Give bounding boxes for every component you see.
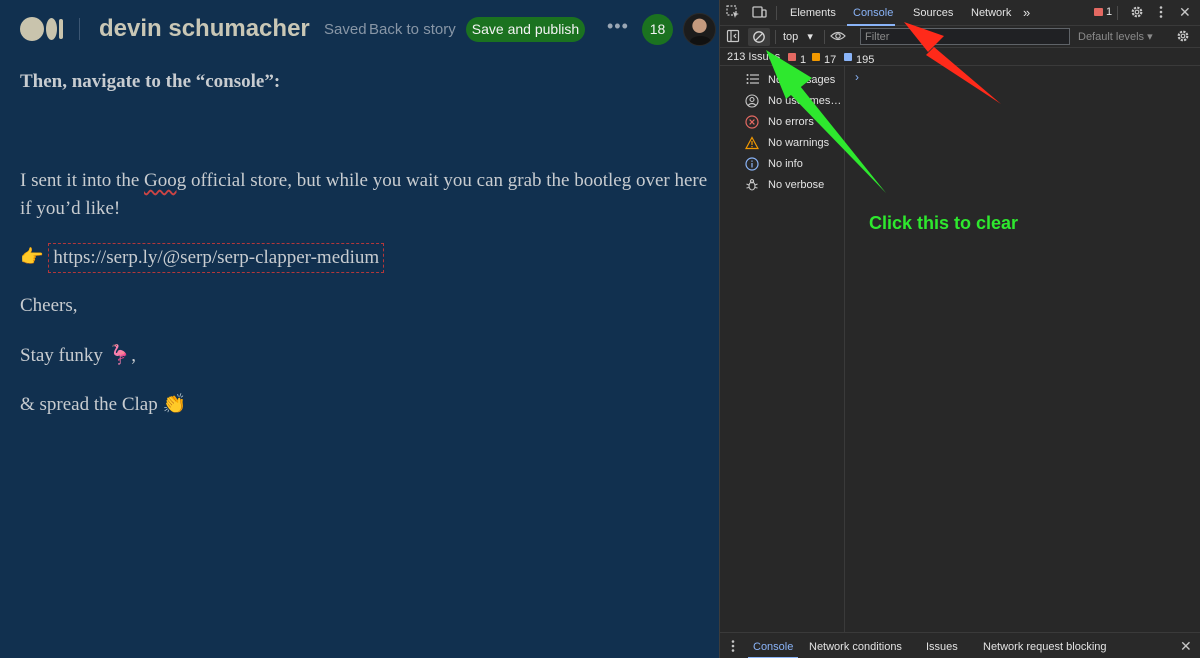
story-link[interactable]: https://serp.ly/@serp/serp-clapper-mediu… [48, 243, 385, 273]
console-toolbar: top ▾ Default levels ▾ [720, 26, 1200, 48]
error-icon [745, 115, 759, 129]
story-paragraph-link[interactable]: 👉 https://serp.ly/@serp/serp-clapper-med… [20, 243, 385, 273]
back-to-story-link[interactable]: Back to story [369, 21, 456, 38]
sidebar-item-label: No verbose [768, 179, 825, 191]
warning-icon [744, 136, 760, 150]
error-icon [788, 53, 796, 61]
sidebar-item-user-messages[interactable]: No user messages [720, 91, 845, 112]
story-text: I sent it into the [20, 170, 145, 191]
issues-bar[interactable]: 213 Issues 1 17 195 [720, 48, 1200, 66]
devtools-tabbar: Elements Console Sources Network » 1 ✕ [720, 0, 1200, 26]
eye-icon[interactable] [830, 29, 846, 46]
gear-icon[interactable] [1130, 5, 1144, 22]
sidebar-item-errors[interactable]: No errors [720, 112, 845, 133]
tab-sources[interactable]: Sources [913, 7, 953, 19]
issues-info-count: 195 [856, 54, 875, 66]
header-divider [79, 18, 80, 40]
notifications-badge[interactable]: 18 [642, 14, 673, 45]
close-icon[interactable]: ✕ [1180, 638, 1192, 655]
medium-logo[interactable] [20, 17, 64, 41]
story-paragraph-clap[interactable]: & spread the Clap 👏 [20, 391, 186, 419]
list-icon [745, 73, 759, 87]
story-paragraph-cheers[interactable]: Cheers, [20, 292, 78, 320]
issues-total: 213 Issues [727, 51, 781, 63]
chevron-down-icon: ▾ [807, 31, 813, 43]
warning-icon [812, 53, 820, 61]
sidebar-item-label: No user messages [768, 95, 844, 107]
more-options-button[interactable]: ••• [607, 16, 629, 37]
context-select[interactable]: top ▾ [783, 30, 813, 43]
context-value: top [783, 31, 799, 43]
devtools-drawer: Console Network conditions Issues Networ… [720, 632, 1200, 658]
sidebar-toggle-icon[interactable] [726, 29, 740, 46]
logo-shape-large [20, 17, 44, 41]
tab-divider [1117, 6, 1118, 20]
pointing-hand-emoji: 👉 [20, 247, 44, 268]
devtools-panel: Elements Console Sources Network » 1 ✕ t… [719, 0, 1200, 658]
tab-divider [776, 6, 777, 20]
error-icon [1094, 8, 1103, 16]
sidebar-item-label: No messages [768, 74, 836, 86]
story-paragraph-funky[interactable]: Stay funky 🦩, [20, 342, 136, 370]
inspect-element-icon[interactable] [726, 5, 740, 22]
console-sidebar: No messages No user messages No errors N… [720, 66, 845, 632]
save-status: Saved [324, 21, 367, 38]
sidebar-item-label: No warnings [768, 137, 830, 149]
sidebar-item-label: No errors [768, 116, 814, 128]
close-icon[interactable]: ✕ [1179, 4, 1191, 21]
clear-console-button[interactable] [748, 28, 770, 46]
drawer-tab-console[interactable]: Console [753, 641, 793, 653]
save-and-publish-button[interactable]: Save and publish [466, 17, 585, 42]
console-filter-input[interactable] [860, 28, 1070, 45]
tab-network[interactable]: Network [971, 7, 1011, 19]
drawer-tab-issues[interactable]: Issues [926, 641, 958, 653]
author-name: devin schumacher [99, 15, 310, 42]
more-tabs-icon[interactable]: » [1023, 5, 1030, 20]
toolbar-divider [824, 30, 825, 44]
clear-console-icon [753, 31, 765, 43]
kebab-menu-icon[interactable] [730, 639, 736, 656]
info-icon [844, 53, 852, 61]
log-levels-select[interactable]: Default levels ▾ [1078, 30, 1153, 43]
editor-header: devin schumacher Saved Back to story Sav… [0, 0, 719, 58]
sidebar-item-verbose[interactable]: No verbose [720, 175, 845, 196]
issues-info: 195 [844, 51, 874, 66]
issues-warnings: 17 [812, 51, 836, 66]
tab-console[interactable]: Console [853, 7, 893, 19]
error-count-badge[interactable]: 1 [1094, 6, 1112, 18]
drawer-tab-network-request-blocking[interactable]: Network request blocking [983, 641, 1107, 653]
info-icon [745, 157, 759, 171]
sidebar-item-warnings[interactable]: No warnings [720, 133, 845, 154]
kebab-menu-icon[interactable] [1158, 5, 1164, 22]
issues-errors-count: 1 [800, 54, 807, 66]
toolbar-divider [775, 30, 776, 44]
story-editor: devin schumacher Saved Back to story Sav… [0, 0, 719, 658]
device-toolbar-icon[interactable] [752, 5, 767, 22]
console-prompt[interactable]: › [855, 70, 859, 84]
logo-shape-small [59, 19, 63, 39]
sidebar-item-info[interactable]: No info [720, 154, 845, 175]
sidebar-item-messages[interactable]: No messages [720, 70, 845, 91]
story-paragraph-store[interactable]: I sent it into the Goog official store, … [20, 167, 710, 223]
error-count: 1 [1106, 6, 1113, 18]
story-paragraph-console[interactable]: Then, navigate to the “console”: [20, 68, 280, 96]
issues-errors: 1 [788, 51, 806, 66]
tab-elements[interactable]: Elements [790, 7, 836, 19]
issues-warnings-count: 17 [824, 54, 837, 66]
bug-icon [745, 178, 759, 192]
gear-icon[interactable] [1176, 29, 1190, 46]
user-icon [745, 94, 759, 108]
sidebar-item-label: No info [768, 158, 803, 170]
spellcheck-word: Goog [144, 170, 187, 191]
logo-shape-medium [46, 18, 57, 40]
avatar[interactable] [683, 13, 716, 46]
drawer-tab-network-conditions[interactable]: Network conditions [809, 641, 902, 653]
